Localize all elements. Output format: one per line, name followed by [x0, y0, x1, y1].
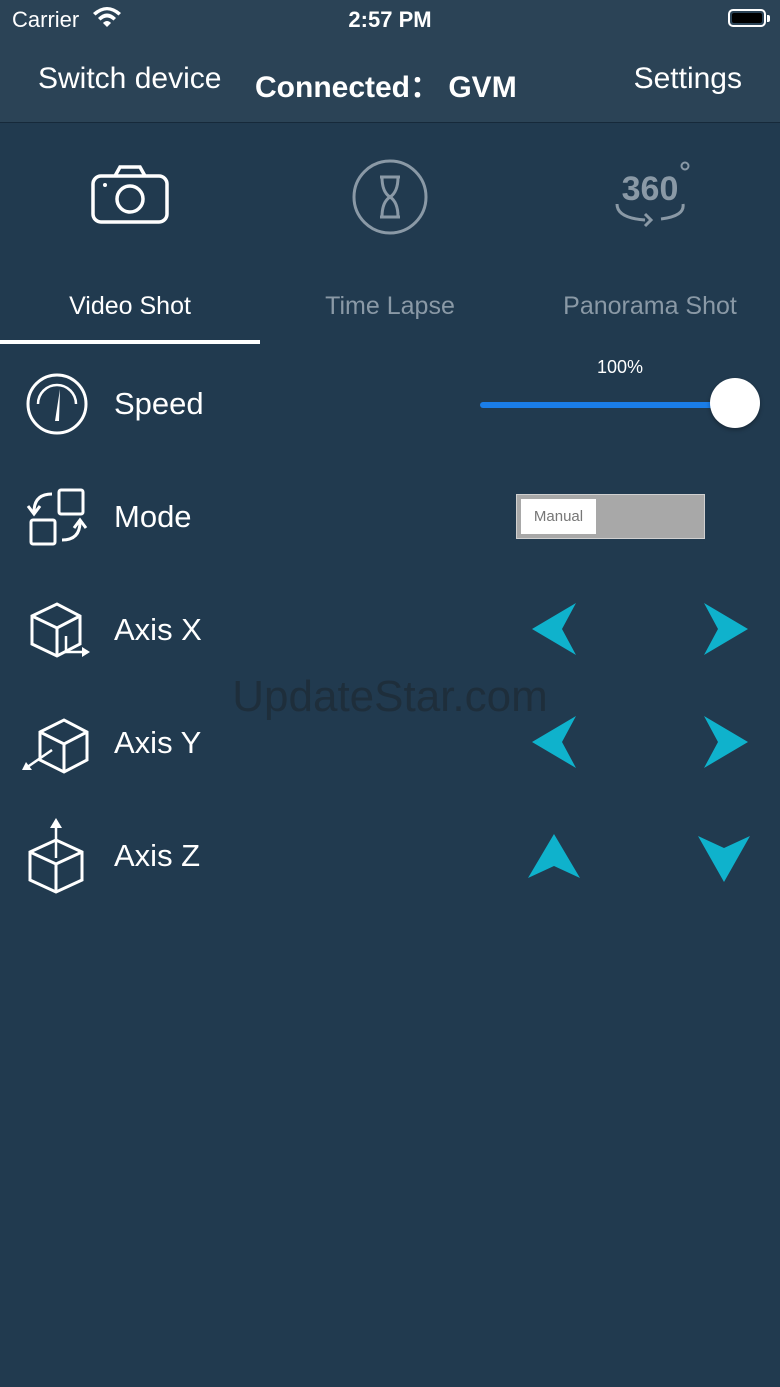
- nav-bar: Switch device Connected： GVM Settings: [0, 40, 780, 123]
- axis-x-right-button[interactable]: [696, 601, 752, 657]
- speedometer-icon: [22, 369, 92, 439]
- mode-switch-icon: [22, 482, 92, 552]
- axis-z-down-button[interactable]: [696, 830, 752, 886]
- active-tab-indicator: [0, 340, 260, 344]
- cube-axis-x-icon: [22, 596, 92, 666]
- axis-z-up-button[interactable]: [526, 830, 582, 886]
- mode-toggle-knob: Manual: [521, 499, 596, 534]
- connection-status: Connected： GVM: [255, 71, 517, 104]
- tab-panorama-shot[interactable]: Panorama Shot: [520, 292, 780, 321]
- mode-label: Mode: [114, 499, 192, 534]
- axis-y-label: Axis Y: [114, 725, 202, 760]
- cube-axis-z-icon: [22, 818, 92, 894]
- speed-value: 100%: [596, 357, 644, 377]
- svg-text:360: 360: [622, 170, 679, 208]
- hourglass-icon[interactable]: [345, 152, 435, 242]
- tab-video-shot[interactable]: Video Shot: [0, 292, 260, 321]
- mode-toggle[interactable]: Manual: [516, 494, 705, 539]
- settings-button[interactable]: Settings: [634, 62, 742, 96]
- camera-icon[interactable]: [85, 152, 175, 242]
- axis-y-right-button[interactable]: [696, 714, 752, 770]
- clock: 2:57 PM: [348, 7, 432, 32]
- rotate-360-icon[interactable]: 360: [605, 152, 695, 242]
- axis-z-label: Axis Z: [114, 838, 201, 873]
- axis-x-label: Axis X: [114, 612, 202, 647]
- speed-slider-track[interactable]: [480, 402, 736, 408]
- watermark: UpdateStar.com: [232, 672, 548, 721]
- battery-icon: [728, 9, 770, 27]
- axis-y-left-button[interactable]: [528, 714, 584, 770]
- speed-label: Speed: [114, 386, 204, 421]
- speed-slider-thumb[interactable]: [710, 378, 760, 428]
- status-bar: Carrier 2:57 PM: [0, 0, 780, 40]
- axis-x-left-button[interactable]: [528, 601, 584, 657]
- tab-time-lapse[interactable]: Time Lapse: [260, 292, 520, 321]
- switch-device-button[interactable]: Switch device: [38, 62, 221, 96]
